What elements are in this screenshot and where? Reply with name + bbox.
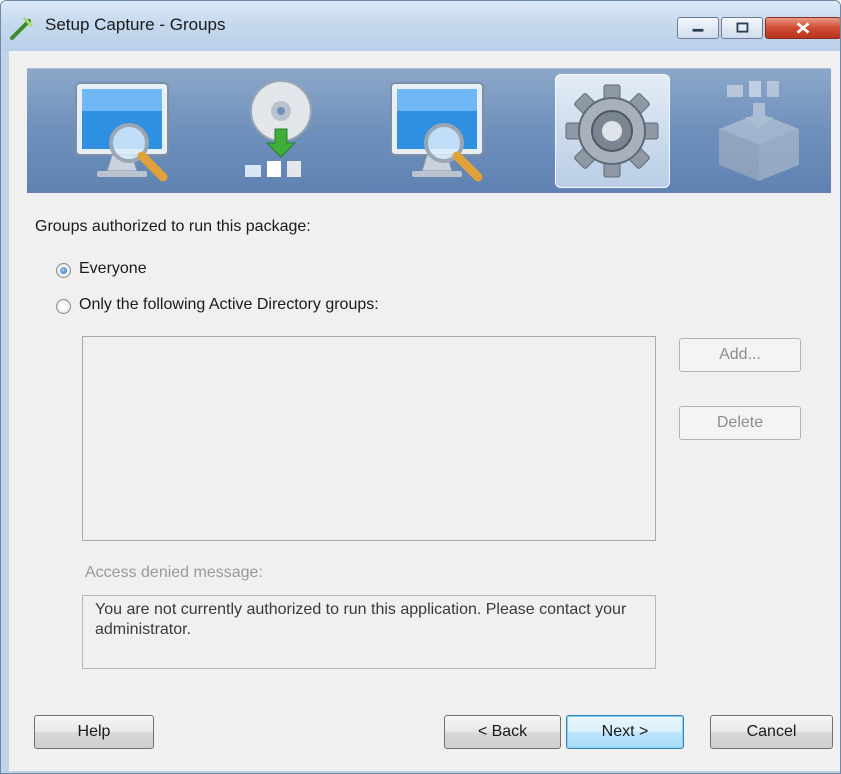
help-button[interactable]: Help (34, 715, 154, 749)
access-denied-message-field[interactable]: You are not currently authorized to run … (82, 595, 656, 669)
gear-icon (565, 84, 659, 178)
step-package (699, 69, 819, 193)
ad-groups-radio-label[interactable]: Only the following Active Directory grou… (79, 296, 379, 314)
window-title: Setup Capture - Groups (45, 15, 226, 34)
step-install (227, 69, 347, 193)
monitor-magnifier-icon (390, 82, 484, 182)
step-scan-before (67, 69, 187, 193)
app-icon (10, 17, 33, 40)
ad-groups-list[interactable] (82, 336, 656, 541)
disc-install-icon (245, 80, 312, 177)
groups-heading: Groups authorized to run this package: (35, 218, 311, 235)
minimize-icon (692, 28, 704, 32)
monitor-magnifier-icon (75, 82, 169, 182)
close-icon (796, 22, 810, 34)
title-bar[interactable]: Setup Capture - Groups (1, 1, 840, 51)
add-group-button[interactable]: Add... (679, 338, 801, 372)
package-box-icon (719, 81, 799, 181)
close-button[interactable] (765, 17, 840, 39)
ad-groups-radio[interactable] (56, 299, 71, 314)
everyone-radio[interactable] (56, 263, 71, 278)
back-button[interactable]: < Back (444, 715, 561, 749)
everyone-radio-label[interactable]: Everyone (79, 260, 147, 278)
maximize-button[interactable] (721, 17, 763, 39)
step-scan-after (382, 69, 502, 193)
setup-capture-window: Setup Capture - Groups Groups authorized… (0, 0, 841, 774)
delete-group-button[interactable]: Delete (679, 406, 801, 440)
access-denied-label: Access denied message: (85, 564, 263, 581)
wizard-step-banner (27, 68, 831, 193)
minimize-button[interactable] (677, 17, 719, 39)
next-button[interactable]: Next > (566, 715, 684, 749)
step-settings-active (555, 74, 670, 188)
cancel-button[interactable]: Cancel (710, 715, 833, 749)
maximize-icon (736, 22, 749, 33)
